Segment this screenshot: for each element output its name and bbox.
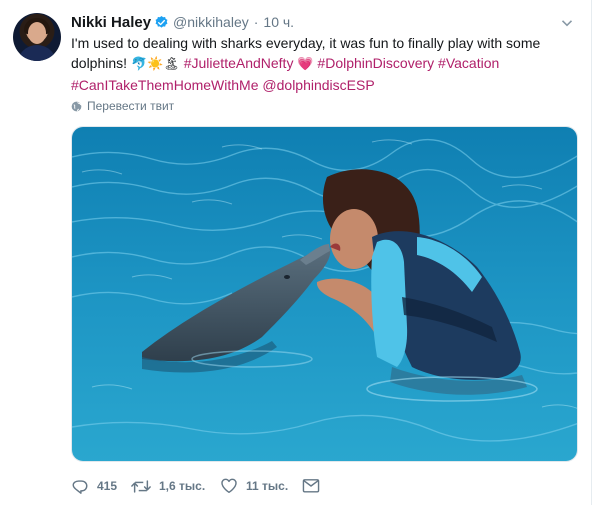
author-handle[interactable]: @nikkihaley <box>173 14 249 30</box>
avatar-face <box>28 22 46 44</box>
dolphin-photo <box>72 127 577 461</box>
retweet-count: 1,6 тыс. <box>159 479 206 493</box>
hashtag-cantakethemhome[interactable]: #CanITakeThemHomeWithMe <box>71 77 259 93</box>
like-count: 11 тыс. <box>246 479 289 493</box>
heart-emoji: 💗 <box>297 57 314 72</box>
mail-icon <box>302 479 320 493</box>
avatar-shirt <box>17 45 57 61</box>
retweet-button[interactable]: 1,6 тыс. <box>131 478 220 495</box>
reply-count: 415 <box>97 479 118 493</box>
translate-label: Перевести твит <box>87 99 175 113</box>
verified-badge-icon <box>154 15 169 30</box>
separator-dot: · <box>253 14 259 30</box>
tweet-text: I'm used to dealing with sharks everyday… <box>71 33 571 95</box>
author-name[interactable]: Nikki Haley <box>71 14 151 31</box>
tweet: Nikki Haley @nikkihaley · 10 ч. I'm used… <box>0 0 592 505</box>
reply-icon <box>72 480 88 494</box>
retweet-icon <box>131 479 151 493</box>
reply-button[interactable]: 415 <box>71 477 131 495</box>
heart-icon <box>221 478 237 494</box>
chevron-down-icon[interactable] <box>561 16 573 28</box>
avatar[interactable] <box>13 13 61 61</box>
hashtag-dolphindiscovery[interactable]: #DolphinDiscovery <box>317 55 434 71</box>
emoji-group: 🐬☀️🏝 <box>130 57 180 72</box>
translate-link[interactable]: Перевести твит <box>71 98 174 114</box>
hashtag-vacation[interactable]: #Vacation <box>438 55 499 71</box>
action-bar: 415 1,6 тыс. 11 тыс. <box>71 476 328 496</box>
globe-icon <box>71 101 82 111</box>
tweet-time[interactable]: 10 ч. <box>263 14 294 30</box>
like-button[interactable]: 11 тыс. <box>220 477 302 495</box>
direct-message-button[interactable] <box>302 478 328 494</box>
mention-dolphindisc[interactable]: @dolphindiscESP <box>262 77 374 93</box>
tweet-header: Nikki Haley @nikkihaley · 10 ч. <box>71 13 294 31</box>
tweet-photo[interactable] <box>71 126 578 462</box>
hashtag-juliette[interactable]: #JulietteAndNefty <box>184 55 294 71</box>
